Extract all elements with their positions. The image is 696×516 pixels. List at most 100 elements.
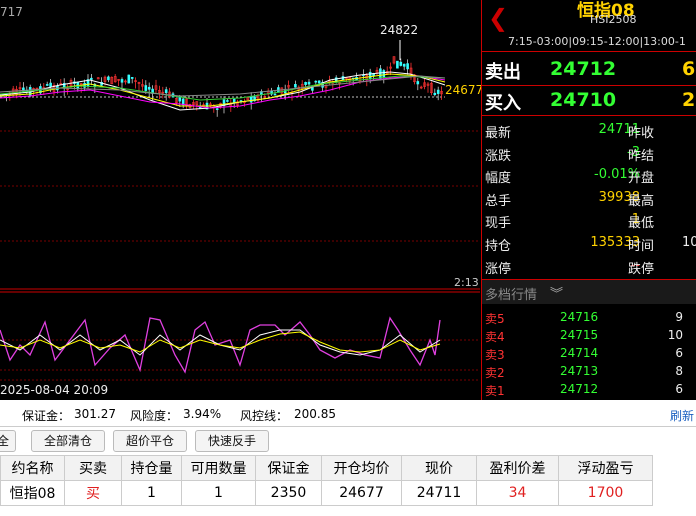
column-header[interactable]: 持仓量 (121, 455, 182, 481)
depth-qty: 8 (675, 364, 683, 378)
risk-value: 3.94% (183, 407, 222, 421)
column-header[interactable]: 约名称 (0, 455, 65, 481)
double-chevron-down-icon: ︾ (550, 287, 564, 302)
quote-row: 涨停 -- 跌停 (482, 255, 696, 278)
depth-level-label: 卖4 (485, 330, 505, 344)
kdj-line-white (0, 329, 441, 356)
quote-row: 幅度 -0.01% 开盘 (482, 164, 696, 187)
quote-row: 现手 1 最低 (482, 209, 696, 232)
chart-corner-label: 717 (0, 5, 23, 19)
position-cell: 1 (181, 480, 256, 506)
buy-quote[interactable]: 买入 24710 2 (482, 87, 696, 115)
column-header[interactable]: 盈利价差 (476, 455, 559, 481)
stat-label: 持仓 (485, 239, 512, 254)
buy-qty: 2 (682, 89, 696, 111)
stat-label: 开盘 (628, 171, 655, 187)
depth-header[interactable]: 多档行情 ︾ (482, 280, 696, 304)
column-header[interactable]: 浮动盈亏 (558, 455, 653, 481)
stat-label: 跌停 (628, 261, 655, 277)
depth-price: 24713 (560, 364, 599, 378)
sell-label: 卖出 (485, 62, 521, 83)
column-header[interactable]: 可用数量 (181, 455, 256, 481)
control-label: 风控线： (240, 409, 289, 423)
partial-button[interactable]: 全 (0, 430, 16, 452)
stat-label: 现手 (485, 216, 512, 232)
position-cell: 1700 (558, 480, 653, 506)
stat-label: 昨收 (628, 126, 655, 141)
quote-row: 持仓 135333 时间 10 (482, 232, 696, 255)
stat-label: 最低 (628, 216, 655, 232)
stat-label: 涨停 (485, 261, 512, 277)
position-cell: 恒指08 (0, 480, 65, 506)
quote-row: 最新 24711 昨收 (482, 119, 696, 142)
current-price-tag: 24677 (445, 83, 484, 97)
quote-row: 涨跌 -3 昨结 (482, 142, 696, 165)
depth-price: 24716 (560, 310, 599, 324)
sell-price: 24712 (550, 58, 617, 80)
risk-label: 风险度： (130, 409, 179, 423)
column-header[interactable]: 开仓均价 (321, 455, 402, 481)
order-book-row[interactable]: 卖4 24715 10 (482, 326, 696, 344)
depth-price: 24715 (560, 328, 599, 342)
depth-price: 24712 (560, 382, 599, 396)
ma-line-magenta (0, 75, 446, 109)
refresh-link[interactable]: 刷新 (670, 407, 694, 424)
chart-area[interactable]: 717 24822 24677 2:13 2025-08-04 20:09 (0, 0, 484, 400)
stat-label: 涨跌 (485, 148, 512, 164)
kdj-line-yellow (0, 331, 441, 353)
depth-level-label: 卖3 (485, 348, 505, 362)
quick-reverse-button[interactable]: 快速反手 (195, 430, 269, 452)
order-book-row[interactable]: 卖5 24716 9 (482, 308, 696, 326)
depth-qty: 10 (667, 328, 683, 342)
stat-label: 最高 (628, 193, 655, 209)
order-book-row[interactable]: 卖3 24714 6 (482, 344, 696, 362)
close-all-button[interactable]: 全部清仓 (31, 430, 105, 452)
stat-label: 时间 (628, 239, 655, 254)
sell-qty: 6 (682, 58, 696, 80)
chart-datetime: 2025-08-04 20:09 (0, 383, 109, 397)
depth-level-label: 卖5 (485, 312, 505, 326)
ma-line-gray (0, 75, 446, 97)
buy-label: 买入 (485, 93, 521, 114)
account-bar: 保证金： 301.27 风险度： 3.94% 风控线： 200.85 刷新 (0, 400, 696, 427)
column-header[interactable]: 现价 (401, 455, 477, 481)
sell-quote[interactable]: 卖出 24712 6 (482, 56, 696, 84)
back-arrow-icon[interactable]: ❮ (488, 4, 508, 32)
depth-price: 24714 (560, 346, 599, 360)
positions-table: 约名称 买卖 持仓量 可用数量 保证金 开仓均价 现价 盈利价差 浮动盈亏 恒指08 买 1 1 235… (0, 455, 653, 506)
position-row[interactable]: 恒指08 买 1 1 2350 24677 24711 34 1700 (0, 480, 653, 506)
control-value: 200.85 (294, 407, 336, 421)
position-cell: 24677 (321, 480, 402, 506)
buy-price: 24710 (550, 89, 617, 111)
over-price-close-button[interactable]: 超价平仓 (113, 430, 187, 452)
stat-label: 幅度 (485, 171, 512, 187)
depth-qty: 6 (675, 346, 683, 360)
stat-value: 10 (682, 235, 696, 250)
depth-qty: 9 (675, 310, 683, 324)
trading-sessions: 7:15-03:00|09:15-12:00|13:00-1 (508, 35, 686, 48)
depth-qty: 6 (675, 382, 683, 396)
order-book-row[interactable]: 卖2 24713 8 (482, 362, 696, 380)
high-price-label: 24822 (380, 23, 419, 37)
margin-label: 保证金： (22, 409, 71, 423)
stat-label: 昨结 (628, 148, 655, 164)
stat-label: 最新 (485, 126, 512, 141)
time-label: 2:13 (454, 276, 479, 289)
position-cell: 2350 (255, 480, 322, 506)
margin-value: 301.27 (74, 407, 116, 421)
depth-title: 多档行情 (485, 288, 538, 303)
position-cell: 买 (64, 480, 122, 506)
stat-label: 总手 (485, 193, 512, 209)
position-cell: 24711 (401, 480, 477, 506)
column-header[interactable]: 保证金 (255, 455, 322, 481)
price-chart (0, 40, 480, 381)
quote-panel: ❮ 恒指08 HSI2508 7:15-03:00|09:15-12:00|13… (481, 0, 696, 400)
order-book-row[interactable]: 卖1 24712 6 (482, 380, 696, 398)
depth-level-label: 卖2 (485, 366, 505, 380)
position-cell: 34 (476, 480, 559, 506)
depth-level-label: 卖1 (485, 384, 505, 398)
position-cell: 1 (121, 480, 182, 506)
quote-row: 总手 39938 最高 (482, 187, 696, 210)
contract-code: HSI2508 (590, 13, 637, 26)
column-header[interactable]: 买卖 (64, 455, 122, 481)
